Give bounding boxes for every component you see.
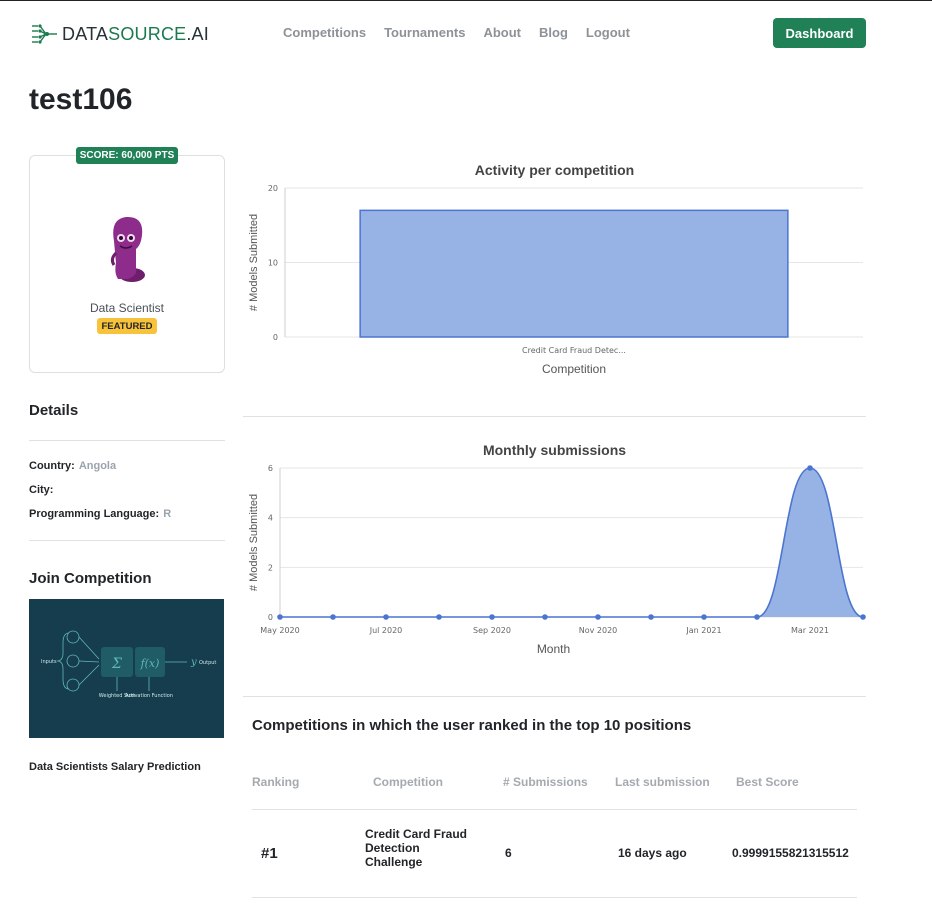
- competition-image[interactable]: Σ f(x) y Inputs Output Weighted Sum Acti…: [29, 599, 224, 738]
- page-title: test106: [29, 83, 133, 116]
- y-tick-label: 2: [268, 563, 273, 572]
- score-badge: SCORE: 60,000 PTS: [76, 147, 178, 164]
- row-last-submission: 16 days ago: [618, 846, 687, 860]
- country-row: Country: Angola: [29, 460, 116, 472]
- monthly-chart: 0 2 4 6 May 2020 Jul 2020 Sep 2020 Nov 2020 Jan …: [243, 442, 866, 662]
- monthly-chart-title: Monthly submissions: [482, 442, 627, 458]
- header-last-submission: Last submission: [615, 775, 710, 789]
- site-logo[interactable]: DATASOURCE.AI: [30, 23, 209, 45]
- fx-glyph: f(x): [140, 657, 160, 670]
- x-axis-label: Month: [537, 642, 570, 656]
- data-point: [595, 614, 601, 620]
- y-tick-label: 0: [273, 333, 278, 342]
- logo-text: DATASOURCE.AI: [62, 23, 209, 44]
- data-point: [648, 614, 654, 620]
- y-tick-label: 20: [268, 184, 278, 193]
- row-competition[interactable]: Credit Card Fraud Detection Challenge: [365, 827, 480, 869]
- x-tick-label: Nov 2020: [579, 626, 618, 635]
- dashboard-button[interactable]: Dashboard: [773, 18, 866, 48]
- row-best-score: 0.9999155821315512: [732, 846, 849, 860]
- rankings-title: Competitions in which the user ranked in…: [252, 717, 692, 734]
- chart-divider-2: [243, 696, 866, 697]
- header-ranking: Ranking: [252, 775, 300, 789]
- competition-caption[interactable]: Data Scientists Salary Prediction: [29, 761, 201, 773]
- table-row[interactable]: #1 Credit Card Fraud Detection Challenge…: [252, 810, 857, 897]
- y-axis-label: # Models Submitted: [248, 494, 260, 591]
- activity-chart-title: Activity per competition: [474, 162, 635, 178]
- y-tick-label: 6: [268, 464, 273, 473]
- neural-network-diagram-icon: Σ f(x) y Inputs Output Weighted Sum Acti…: [41, 630, 216, 699]
- country-label: Country:: [29, 460, 75, 472]
- data-point: [754, 614, 760, 620]
- data-point: [542, 614, 548, 620]
- inputs-label: Inputs: [41, 659, 57, 665]
- y-tick-label: 4: [268, 514, 273, 523]
- header-submissions: # Submissions: [503, 775, 588, 789]
- data-point: [860, 614, 866, 620]
- activity-chart: 0 10 20 Credit Card Fraud Detec... Competiti…: [243, 162, 866, 382]
- data-point: [436, 614, 442, 620]
- join-title: Join Competition: [29, 570, 152, 587]
- country-value: Angola: [78, 460, 117, 472]
- bar: [359, 209, 789, 338]
- chart-divider: [243, 416, 866, 417]
- row-submissions: 6: [505, 846, 512, 860]
- y-axis-label: # Models Submitted: [248, 214, 260, 311]
- x-tick-label: Sep 2020: [473, 626, 511, 635]
- x-tick-label: Credit Card Fraud Detec...: [522, 346, 626, 355]
- data-point: [277, 614, 283, 620]
- nav-logout[interactable]: Logout: [586, 25, 630, 40]
- nav-tournaments[interactable]: Tournaments: [384, 25, 465, 40]
- header-competition: Competition: [373, 775, 443, 789]
- x-axis-label: Competition: [542, 362, 606, 376]
- nav-about[interactable]: About: [483, 25, 521, 40]
- details-title: Details: [29, 402, 79, 419]
- activation-label: Activation Function: [125, 693, 173, 699]
- header-best-score: Best Score: [736, 775, 799, 789]
- nav-blog[interactable]: Blog: [539, 25, 568, 40]
- language-row: Programming Language: R: [29, 508, 171, 520]
- y-glyph: y: [190, 657, 197, 668]
- logo-network-icon: [32, 24, 57, 44]
- sum-glyph: Σ: [111, 656, 122, 672]
- row-rank: #1: [261, 845, 278, 862]
- output-label: Output: [199, 660, 216, 666]
- table-row-divider: [252, 897, 857, 898]
- y-tick-label: 0: [268, 613, 273, 622]
- data-point: [383, 614, 389, 620]
- x-tick-label: Jan 2021: [685, 626, 721, 635]
- language-value: R: [163, 508, 172, 520]
- language-label: Programming Language:: [29, 508, 160, 520]
- main-nav: Competitions Tournaments About Blog Logo…: [283, 25, 630, 40]
- x-tick-label: Jul 2020: [369, 626, 403, 635]
- activity-chart-svg: 0 10 20 Credit Card Fraud Detec... Competiti…: [248, 184, 863, 376]
- monthly-chart-svg: 0 2 4 6 May 2020 Jul 2020 Sep 2020 Nov 2020 Jan …: [248, 464, 866, 656]
- x-tick-label: May 2020: [260, 626, 299, 635]
- details-divider: [29, 440, 225, 441]
- data-point: [701, 614, 707, 620]
- x-tick-label: Mar 2021: [791, 626, 829, 635]
- series-area: [280, 468, 863, 617]
- data-point: [489, 614, 495, 620]
- city-row: City:: [29, 484, 57, 496]
- details-bottom-divider: [29, 540, 225, 541]
- city-label: City:: [29, 484, 54, 496]
- role-label: Data Scientist: [89, 301, 165, 315]
- y-tick-label: 10: [268, 259, 278, 268]
- data-point: [330, 614, 336, 620]
- nav-competitions[interactable]: Competitions: [283, 25, 366, 40]
- avatar: [110, 216, 145, 282]
- featured-badge: FEATURED: [97, 318, 157, 334]
- data-point: [807, 465, 813, 471]
